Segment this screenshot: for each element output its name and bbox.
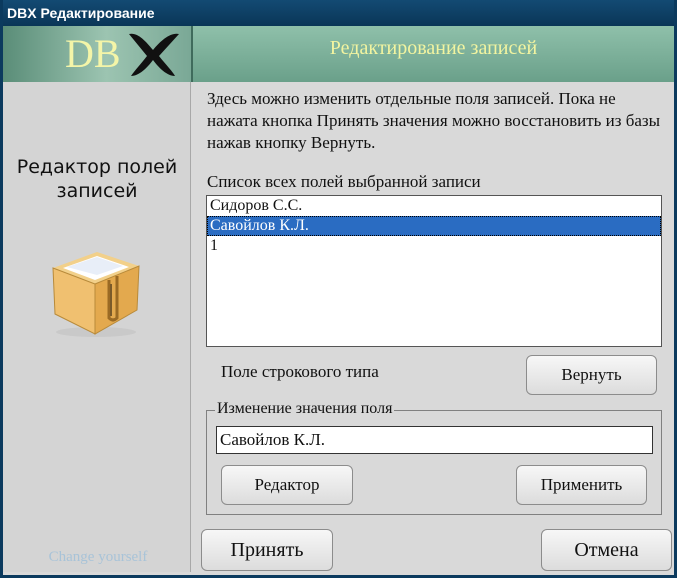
sidebar-title-line1: Редактор полей: [16, 156, 178, 178]
editor-button[interactable]: Редактор: [221, 465, 353, 505]
editor-window: DBX Редактирование DB Редактирование зап…: [0, 0, 677, 578]
list-item[interactable]: 1: [207, 236, 661, 256]
list-title: Список всех полей выбранной записи: [207, 172, 481, 191]
cancel-button[interactable]: Отмена: [541, 529, 672, 571]
value-edit-group: Изменение значения поля Савойлов К.Л. Ре…: [206, 400, 662, 515]
value-input[interactable]: Савойлов К.Л.: [216, 426, 653, 454]
revert-button[interactable]: Вернуть: [526, 355, 657, 395]
sidebar: Редактор полей записей Change yourself: [3, 82, 191, 572]
sidebar-title: Редактор полей записей: [3, 155, 191, 203]
group-label: Изменение значения поля: [215, 400, 395, 418]
logo-x-icon: [129, 33, 179, 76]
sidebar-footer: Change yourself: [48, 549, 148, 565]
page-title: Редактирование записей: [329, 37, 538, 59]
logo-panel: DB: [3, 26, 191, 82]
header-bar: Редактирование записей: [193, 26, 674, 82]
app-logo: DB: [65, 31, 121, 76]
accept-button[interactable]: Принять: [201, 529, 333, 571]
box-icon: [52, 252, 140, 337]
field-type-label: Поле строкового типа: [221, 362, 379, 381]
apply-button[interactable]: Применить: [516, 465, 647, 505]
sidebar-title-line2: записей: [56, 180, 138, 202]
fields-listbox[interactable]: Сидоров С.С. Савойлов К.Л. 1: [206, 195, 662, 347]
window-title: DBX Редактирование: [3, 0, 674, 26]
list-item[interactable]: Сидоров С.С.: [207, 196, 661, 216]
list-item-selected[interactable]: Савойлов К.Л.: [207, 216, 661, 236]
description-text: Здесь можно изменить отдельные поля запи…: [207, 89, 661, 152]
